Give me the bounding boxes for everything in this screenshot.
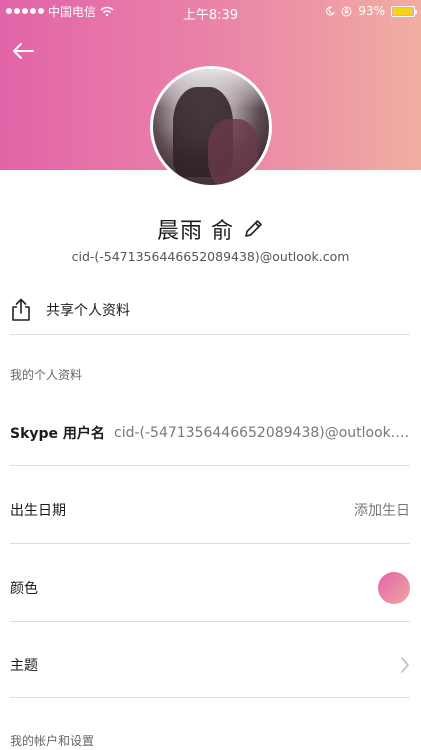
avatar[interactable] — [150, 66, 272, 188]
theme-row[interactable]: 主题 — [10, 632, 410, 698]
profile-name: 晨雨 俞 — [157, 219, 234, 244]
birthday-label: 出生日期 — [10, 502, 66, 519]
share-profile-label: 共享个人资料 — [46, 302, 130, 319]
chevron-right-icon — [401, 656, 409, 673]
color-swatch[interactable] — [378, 571, 410, 604]
skype-name-row[interactable]: Skype 用户名 cid-(-5471356446652089438)@out… — [10, 400, 410, 466]
back-button[interactable] — [10, 40, 36, 62]
skype-name-label: Skype 用户名 — [10, 425, 105, 442]
birthday-value: 添加生日 — [354, 502, 410, 519]
section-title-my-profile: 我的个人资料 — [10, 368, 83, 382]
status-bar: 中国电信 上午8:39 93% — [0, 0, 421, 23]
battery-fill — [393, 7, 412, 15]
name-row: 晨雨 俞 — [0, 213, 421, 245]
skype-name-value: cid-(-5471356446652089438)@outlook.com — [114, 424, 410, 441]
theme-label: 主题 — [10, 657, 38, 674]
birthday-row[interactable]: 出生日期 添加生日 — [10, 476, 410, 544]
section-title-account-settings: 我的帐户和设置 — [10, 734, 95, 748]
color-row[interactable]: 颜色 — [10, 554, 410, 622]
share-icon — [12, 298, 30, 321]
profile-email: cid-(-5471356446652089438)@outlook.com — [71, 249, 350, 264]
battery-icon — [391, 5, 417, 17]
status-time: 上午8:39 — [182, 8, 239, 23]
share-profile-button[interactable]: 共享个人资料 — [10, 285, 410, 335]
pencil-icon[interactable] — [242, 218, 264, 240]
color-label: 颜色 — [10, 580, 38, 597]
arrow-left-icon — [13, 43, 34, 59]
